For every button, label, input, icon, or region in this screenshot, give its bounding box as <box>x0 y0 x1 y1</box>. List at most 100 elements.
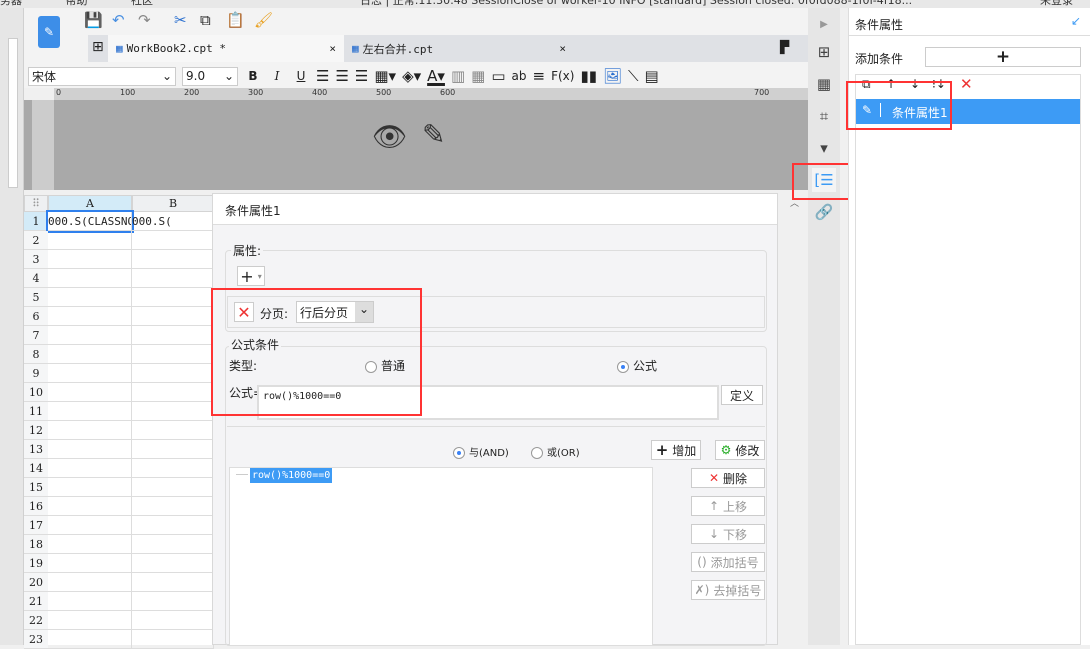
cell-A13[interactable] <box>48 440 132 459</box>
border-icon[interactable]: ▦▾ <box>374 67 396 85</box>
cell-B1[interactable]: 000.S( <box>132 212 214 231</box>
dropdown-widget-icon[interactable]: ▾ <box>812 136 836 160</box>
cell-B12[interactable] <box>132 421 214 440</box>
text-icon[interactable]: ab <box>512 69 527 83</box>
cell-A7[interactable] <box>48 326 132 345</box>
row-header[interactable]: 19 <box>24 554 48 573</box>
row-header[interactable]: 15 <box>24 478 48 497</box>
unmerge-icon[interactable]: ▦ <box>471 67 485 85</box>
expand-arrow-icon[interactable]: ▶ <box>812 12 836 36</box>
column-header-b[interactable]: B <box>132 195 214 212</box>
select-all-corner[interactable]: ⠿ <box>24 195 48 212</box>
cell-A4[interactable] <box>48 269 132 288</box>
or-radio[interactable]: 或(OR) <box>531 444 580 459</box>
modify-button[interactable]: ⚙ 修改 <box>715 440 765 460</box>
font-color-icon[interactable]: A▾ <box>427 67 445 85</box>
row-header[interactable]: 2 <box>24 231 48 250</box>
cell-B3[interactable] <box>132 250 214 269</box>
align-center-icon[interactable]: ☰ <box>335 67 348 85</box>
collapse-icon[interactable]: ↙ <box>1071 14 1081 28</box>
cell-B19[interactable] <box>132 554 214 573</box>
cell-A10[interactable] <box>48 383 132 402</box>
merge-icon[interactable]: ▥ <box>451 67 465 85</box>
cell-B21[interactable] <box>132 592 214 611</box>
underline-icon[interactable]: U <box>292 69 310 83</box>
cell-A15[interactable] <box>48 478 132 497</box>
row-header[interactable]: 18 <box>24 535 48 554</box>
vertical-scrollbar[interactable]: ︿ <box>788 195 800 645</box>
row-header[interactable]: 17 <box>24 516 48 535</box>
condition-list[interactable]: row()%1000==0 <box>229 467 653 646</box>
row-header[interactable]: 10 <box>24 383 48 402</box>
remove-bracket-button[interactable]: ✗) 去掉括号 <box>691 580 765 600</box>
row-header[interactable]: 11 <box>24 402 48 421</box>
row-header[interactable]: 4 <box>24 269 48 288</box>
redo-icon[interactable]: ↷ <box>138 11 151 29</box>
cell-A22[interactable] <box>48 611 132 630</box>
widget-icon[interactable]: ⌗ <box>812 104 836 128</box>
formula-icon[interactable]: F(x) <box>551 69 574 83</box>
pencil-icon[interactable]: ✎ <box>422 118 445 151</box>
cell-A6[interactable] <box>48 307 132 326</box>
cell-A9[interactable] <box>48 364 132 383</box>
row-header[interactable]: 7 <box>24 326 48 345</box>
image-icon[interactable]: 🖼 <box>603 67 622 85</box>
delete-button[interactable]: ✕ 删除 <box>691 468 765 488</box>
condition-item[interactable]: row()%1000==0 <box>250 468 333 483</box>
cell-A21[interactable] <box>48 592 132 611</box>
row-header[interactable]: 3 <box>24 250 48 269</box>
new-sheet-icon[interactable]: ⊞ <box>92 39 104 55</box>
hyperlink-icon[interactable]: 🔗 <box>812 200 836 224</box>
font-select[interactable]: 宋体 ⌄ <box>28 66 176 86</box>
cell-B16[interactable] <box>132 497 214 516</box>
cell-A20[interactable] <box>48 573 132 592</box>
close-icon[interactable]: × <box>559 42 566 55</box>
row-header[interactable]: 9 <box>24 364 48 383</box>
spreadsheet-grid[interactable]: ⠿ A B 1 000.S(CLASSNO 000.S(2 3 4 5 6 7 8 9 10 11 12… <box>24 195 214 649</box>
define-button[interactable]: 定义 <box>721 385 763 405</box>
cell-B4[interactable] <box>132 269 214 288</box>
rich-text-icon[interactable]: ≡ <box>532 67 545 85</box>
cell-B10[interactable] <box>132 383 214 402</box>
row-header[interactable]: 16 <box>24 497 48 516</box>
row-header[interactable]: 12 <box>24 421 48 440</box>
row-header[interactable]: 20 <box>24 573 48 592</box>
add-bracket-button[interactable]: () 添加括号 <box>691 552 765 572</box>
cell-B14[interactable] <box>132 459 214 478</box>
text-field-icon[interactable]: ▭ <box>491 67 505 85</box>
move-down-button[interactable]: ↓ 下移 <box>691 524 765 544</box>
cell-A5[interactable] <box>48 288 132 307</box>
tab-workbook2[interactable]: ▦ WorkBook2.cpt * × <box>108 35 344 62</box>
row-header[interactable]: 14 <box>24 459 48 478</box>
italic-icon[interactable]: I <box>268 69 286 83</box>
cell-element-icon[interactable]: ⊞ <box>812 40 836 64</box>
cell-B22[interactable] <box>132 611 214 630</box>
and-radio[interactable]: 与(AND) <box>453 444 509 459</box>
cell-attribute-icon[interactable]: ▦ <box>812 72 836 96</box>
cell-B5[interactable] <box>132 288 214 307</box>
slash-icon[interactable]: ⟍ <box>628 67 639 85</box>
cell-B17[interactable] <box>132 516 214 535</box>
cell-A16[interactable] <box>48 497 132 516</box>
row-header[interactable]: 13 <box>24 440 48 459</box>
cell-A3[interactable] <box>48 250 132 269</box>
row-header[interactable]: 5 <box>24 288 48 307</box>
save-icon[interactable]: 💾 <box>84 11 103 29</box>
font-size-select[interactable]: 9.0 ⌄ <box>182 66 238 86</box>
add-attribute-button[interactable]: + ▾ <box>237 266 265 286</box>
cut-icon[interactable]: ✂ <box>174 11 187 29</box>
subreport-icon[interactable]: ▤ <box>645 67 659 85</box>
column-header-a[interactable]: A <box>48 195 132 212</box>
cell-B13[interactable] <box>132 440 214 459</box>
eye-slash-icon[interactable]: 👁 <box>372 120 408 153</box>
template-icon[interactable]: ✎ <box>38 16 60 48</box>
cell-A17[interactable] <box>48 516 132 535</box>
cell-B7[interactable] <box>132 326 214 345</box>
paste-icon[interactable]: 📋 <box>226 11 245 29</box>
cell-A1[interactable]: 000.S(CLASSNO <box>46 210 134 233</box>
cell-A23[interactable] <box>48 630 132 649</box>
menu-community[interactable]: 社区 <box>131 0 153 7</box>
cell-B2[interactable] <box>132 231 214 250</box>
cell-B9[interactable] <box>132 364 214 383</box>
add-condition-button[interactable]: + 增加 <box>651 440 701 460</box>
